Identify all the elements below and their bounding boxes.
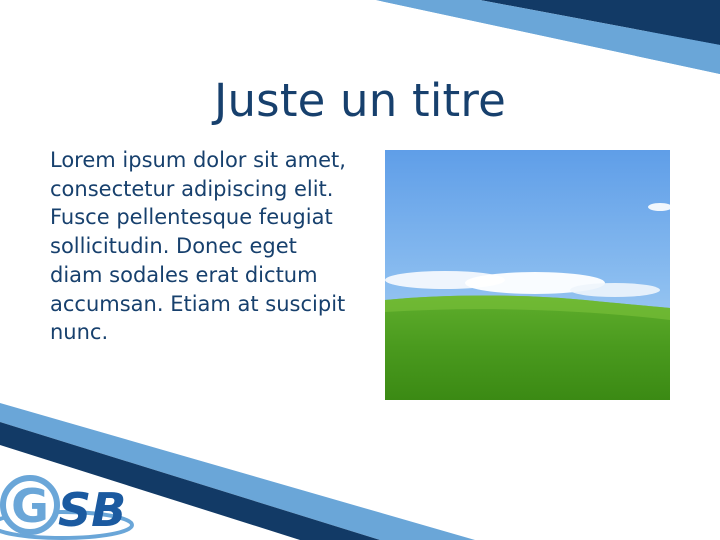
cloud [570, 283, 660, 297]
body-paragraph: Lorem ipsum dolor sit amet, consectetur … [50, 148, 346, 345]
landscape-image [385, 150, 670, 400]
slide-title: Juste un titre [213, 74, 506, 127]
gsb-logo: G SB [0, 475, 134, 540]
slide: Juste un titre Lorem ipsum dolor sit ame… [0, 0, 720, 540]
logo-letter-g: G [11, 479, 49, 533]
logo-letters-sb: SB [58, 483, 126, 537]
